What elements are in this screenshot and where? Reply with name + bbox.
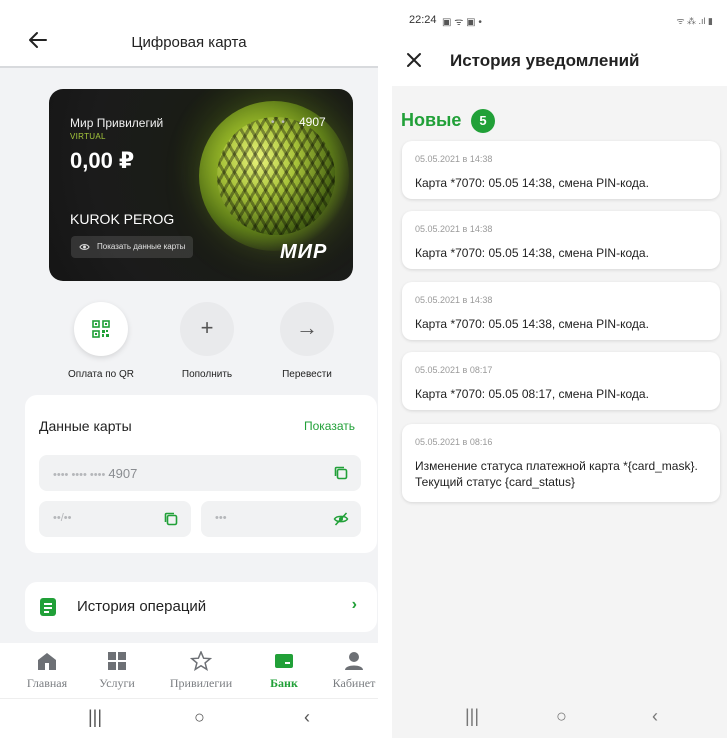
notification-history-screen: 22:24 ▣ ᯤ ▣ • ᯤ ⁂ .ıl ▮ История уведомле… — [392, 0, 727, 738]
notification-item[interactable]: 05.05.2021 в 08:16 Изменение статуса пла… — [402, 424, 720, 502]
card-cvv-mask: ••• — [215, 512, 227, 524]
star-icon — [190, 651, 212, 671]
copy-icon[interactable] — [333, 465, 349, 481]
notification-item[interactable]: 05.05.2021 в 14:38 Карта *7070: 05.05 14… — [402, 211, 720, 269]
show-card-data-link[interactable]: Показать — [304, 419, 355, 433]
top-up-button[interactable]: + — [180, 302, 234, 356]
card-data-panel: Данные карты Показать •••• •••• •••• 490… — [25, 395, 377, 553]
home-icon — [38, 653, 56, 670]
status-time: 22:24 — [409, 14, 437, 26]
eye-icon — [79, 244, 90, 250]
card-cvv-field[interactable]: ••• — [201, 501, 361, 537]
unread-count-badge: 5 — [471, 109, 495, 133]
card-number-field[interactable]: •••• •••• •••• 4907 — [39, 455, 361, 491]
tab-services-label: Услуги — [99, 676, 135, 690]
bank-card[interactable]: Мир Привилегий VIRTUAL 0,00 ₽ • • 4907 K… — [49, 89, 353, 281]
show-card-data-button[interactable]: Показать данные карты — [71, 236, 194, 258]
top-app-bar: Цифровая карта — [0, 0, 378, 68]
notification-text: Изменение статуса платежной карта *{card… — [415, 459, 698, 489]
show-card-data-label: Показать данные карты — [97, 242, 186, 251]
notification-item[interactable]: 05.05.2021 в 14:38 Карта *7070: 05.05 14… — [402, 282, 720, 340]
tab-privileges-label: Привилегии — [169, 676, 233, 690]
status-bar: 22:24 ▣ ᯤ ▣ • ᯤ ⁂ .ıl ▮ — [392, 0, 727, 36]
person-icon — [345, 652, 363, 670]
notification-text: Карта *7070: 05.05 08:17, смена PIN-кода… — [415, 387, 649, 401]
transfer-button[interactable]: → — [280, 302, 334, 356]
tab-privileges[interactable]: Привилегии — [163, 651, 239, 691]
back-button[interactable]: ‹ — [652, 706, 658, 727]
page-title: Цифровая карта — [131, 34, 247, 51]
card-data-title: Данные карты — [39, 418, 132, 434]
pay-by-qr-button[interactable] — [74, 302, 128, 356]
notification-date: 05.05.2021 в 14:38 — [415, 224, 493, 234]
notification-date: 05.05.2021 в 14:38 — [415, 295, 493, 305]
notification-date: 05.05.2021 в 14:38 — [415, 154, 493, 164]
arrow-right-icon: → — [296, 315, 318, 340]
system-navigation-bar: ||| ○ ‹ — [392, 698, 727, 738]
card-sphere-decoration — [217, 117, 335, 235]
top-app-bar: История уведомлений — [392, 36, 727, 86]
operations-history-button[interactable]: История операций › — [25, 582, 377, 632]
notification-item[interactable]: 05.05.2021 в 08:17 Карта *7070: 05.05 08… — [402, 352, 720, 410]
card-last-digits: 4907 — [299, 115, 326, 129]
tab-services[interactable]: Услуги — [79, 651, 155, 691]
tab-cabinet[interactable]: Кабинет — [316, 651, 378, 691]
back-button[interactable]: ‹ — [304, 707, 310, 728]
close-icon[interactable] — [404, 50, 424, 70]
pay-by-qr-label: Оплата по QR — [68, 369, 134, 380]
eye-off-icon[interactable] — [333, 511, 349, 527]
notification-date: 05.05.2021 в 08:17 — [415, 365, 493, 375]
copy-icon[interactable] — [163, 511, 179, 527]
tab-cabinet-label: Кабинет — [332, 676, 376, 690]
recent-apps-button[interactable]: ||| — [88, 707, 102, 728]
card-virtual-label: VIRTUAL — [70, 132, 106, 141]
tab-home-label: Главная — [26, 676, 68, 690]
tab-bank[interactable]: Банк — [246, 651, 322, 691]
section-title-new: Новые — [401, 110, 462, 130]
tab-bank-label: Банк — [270, 676, 298, 690]
card-expiry-field[interactable]: ••/•• — [39, 501, 191, 537]
grid-icon — [108, 652, 126, 670]
top-up-label: Пополнить — [181, 369, 233, 380]
page-title: История уведомлений — [450, 51, 640, 70]
card-icon — [275, 654, 293, 668]
recent-apps-button[interactable]: ||| — [465, 706, 479, 727]
mir-logo: МИР — [280, 241, 328, 263]
home-button[interactable]: ○ — [556, 706, 567, 727]
chevron-right-icon: › — [351, 596, 357, 613]
status-notification-icons: ▣ ᯤ ▣ • — [442, 17, 482, 28]
notification-item[interactable]: 05.05.2021 в 14:38 Карта *7070: 05.05 14… — [402, 141, 720, 199]
notification-text: Карта *7070: 05.05 14:38, смена PIN-кода… — [415, 176, 649, 190]
digital-card-screen: Цифровая карта Мир Привилегий VIRTUAL 0,… — [0, 0, 378, 738]
card-number-mask: • • — [271, 117, 287, 128]
bottom-tab-bar: Главная Услуги Привилегии Банк Кабинет — [0, 643, 378, 698]
card-balance: 0,00 ₽ — [70, 148, 135, 173]
card-number-last4: 4907 — [108, 466, 138, 481]
notification-text: Карта *7070: 05.05 14:38, смена PIN-кода… — [415, 317, 649, 331]
operations-history-label: История операций — [77, 598, 207, 615]
tab-home[interactable]: Главная — [9, 651, 85, 691]
notification-text: Карта *7070: 05.05 14:38, смена PIN-кода… — [415, 246, 649, 260]
card-product-name: Мир Привилегий — [70, 116, 164, 130]
home-button[interactable]: ○ — [194, 707, 205, 728]
document-icon — [40, 598, 56, 616]
notification-date: 05.05.2021 в 08:16 — [415, 437, 493, 447]
card-number-mask: •••• •••• •••• — [53, 469, 106, 481]
card-holder-name: KUROK PEROG — [70, 211, 175, 227]
card-expiry-mask: ••/•• — [53, 512, 72, 524]
system-navigation-bar: ||| ○ ‹ — [0, 698, 378, 738]
qr-code-icon — [92, 320, 110, 338]
transfer-label: Перевести — [282, 369, 332, 380]
status-signal-icons: ᯤ ⁂ .ıl ▮ — [676, 16, 713, 26]
plus-icon: + — [200, 315, 214, 340]
